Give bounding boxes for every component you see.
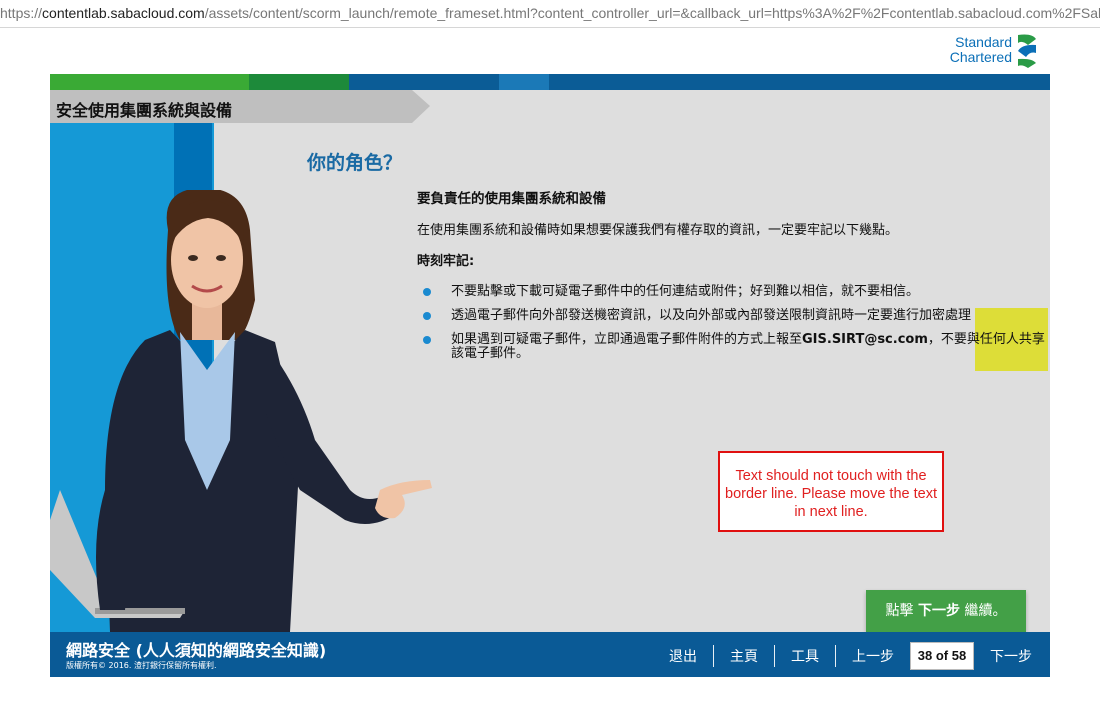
tools-button[interactable]: 工具 — [775, 646, 835, 666]
standard-chartered-logo: Standard Chartered — [940, 31, 1046, 71]
slide-intro: 在使用集團系統和設備時如果想要保護我們有權存取的資訊，一定要牢記以下幾點。 — [417, 223, 899, 238]
page-counter: 38 of 58 — [910, 642, 974, 670]
back-button[interactable]: 上一步 — [836, 646, 904, 666]
module-title: 安全使用集團系統與設備 — [56, 101, 233, 120]
footer-navigation: 退出 主頁 工具 上一步 38 of 58 下一步 — [653, 642, 1032, 670]
next-step-hint: 點擊 下一步 繼續。 — [866, 590, 1026, 640]
list-item: 不要點擊或下載可疑電子郵件中的任何連結或附件；好到難以相信，就不要相信。 — [417, 285, 1049, 299]
home-button[interactable]: 主頁 — [714, 646, 774, 666]
address-bar[interactable]: https://contentlab.sabacloud.com/assets/… — [0, 0, 1100, 28]
top-color-stripe — [50, 74, 1050, 90]
hint-strong: 下一步 — [918, 603, 960, 619]
nav-divider — [713, 645, 714, 667]
hint-suffix: 繼續。 — [960, 603, 1007, 619]
bullet-list: 不要點擊或下載可疑電子郵件中的任何連結或附件；好到難以相信，就不要相信。 透過電… — [417, 285, 1049, 361]
section-title: 你的角色？ — [307, 152, 403, 174]
slide-heading: 要負責任的使用集團系統和設備 — [417, 191, 606, 207]
list-item: 透過電子郵件向外部發送機密資訊，以及向外部或內部發送限制資訊時一定要進行加密處理 — [417, 309, 1049, 323]
bullet-text-before: 如果遇到可疑電子郵件，立即通過電子郵件附件的方式上報至 — [451, 332, 803, 347]
url-protocol: https:// — [0, 5, 43, 21]
module-title-banner: 安全使用集團系統與設備 — [50, 90, 430, 123]
report-email-address: GIS.SIRT@sc.com — [802, 332, 928, 347]
hint-prefix: 點擊 — [885, 603, 918, 619]
bullet-text: 不要點擊或下載可疑電子郵件中的任何連結或附件；好到難以相信，就不要相信。 — [451, 284, 920, 299]
review-comment-box: Text should not touch with the border li… — [718, 451, 944, 532]
nav-divider — [835, 645, 836, 667]
slide-text-block: 要負責任的使用集團系統和設備 在使用集團系統和設備時如果想要保護我們有權存取的資… — [417, 187, 1049, 371]
nav-divider — [774, 645, 775, 667]
list-item: 如果遇到可疑電子郵件，立即通過電子郵件附件的方式上報至GIS.SIRT@sc.c… — [417, 333, 1049, 361]
brand-line-2: Chartered — [949, 49, 1012, 65]
presenter-woman-illustration — [50, 190, 432, 632]
brand-line-1: Standard — [955, 34, 1012, 50]
course-footer: 網路安全 (人人須知的網路安全知識) 版權所有© 2016. 渣打銀行保留所有權… — [50, 632, 1050, 677]
slide-content: 安全使用集團系統與設備 你的角色？ 要負責任的使用集團系統和設備 在使用集團系統… — [50, 90, 1050, 632]
url-path: /assets/content/scorm_launch/remote_fram… — [204, 5, 1100, 21]
next-button[interactable]: 下一步 — [980, 646, 1032, 666]
exit-button[interactable]: 退出 — [653, 646, 713, 666]
remember-label: 時刻牢記: — [417, 254, 475, 269]
brand-mark-icon — [1018, 34, 1036, 68]
course-title: 網路安全 (人人須知的網路安全知識) — [66, 641, 327, 660]
url-host: contentlab.sabacloud.com — [42, 5, 205, 21]
bullet-text: 透過電子郵件向外部發送機密資訊，以及向外部或內部發送限制資訊時一定要進行加密處理 — [451, 308, 972, 323]
copyright-text: 版權所有© 2016. 渣打銀行保留所有權利. — [66, 661, 217, 670]
